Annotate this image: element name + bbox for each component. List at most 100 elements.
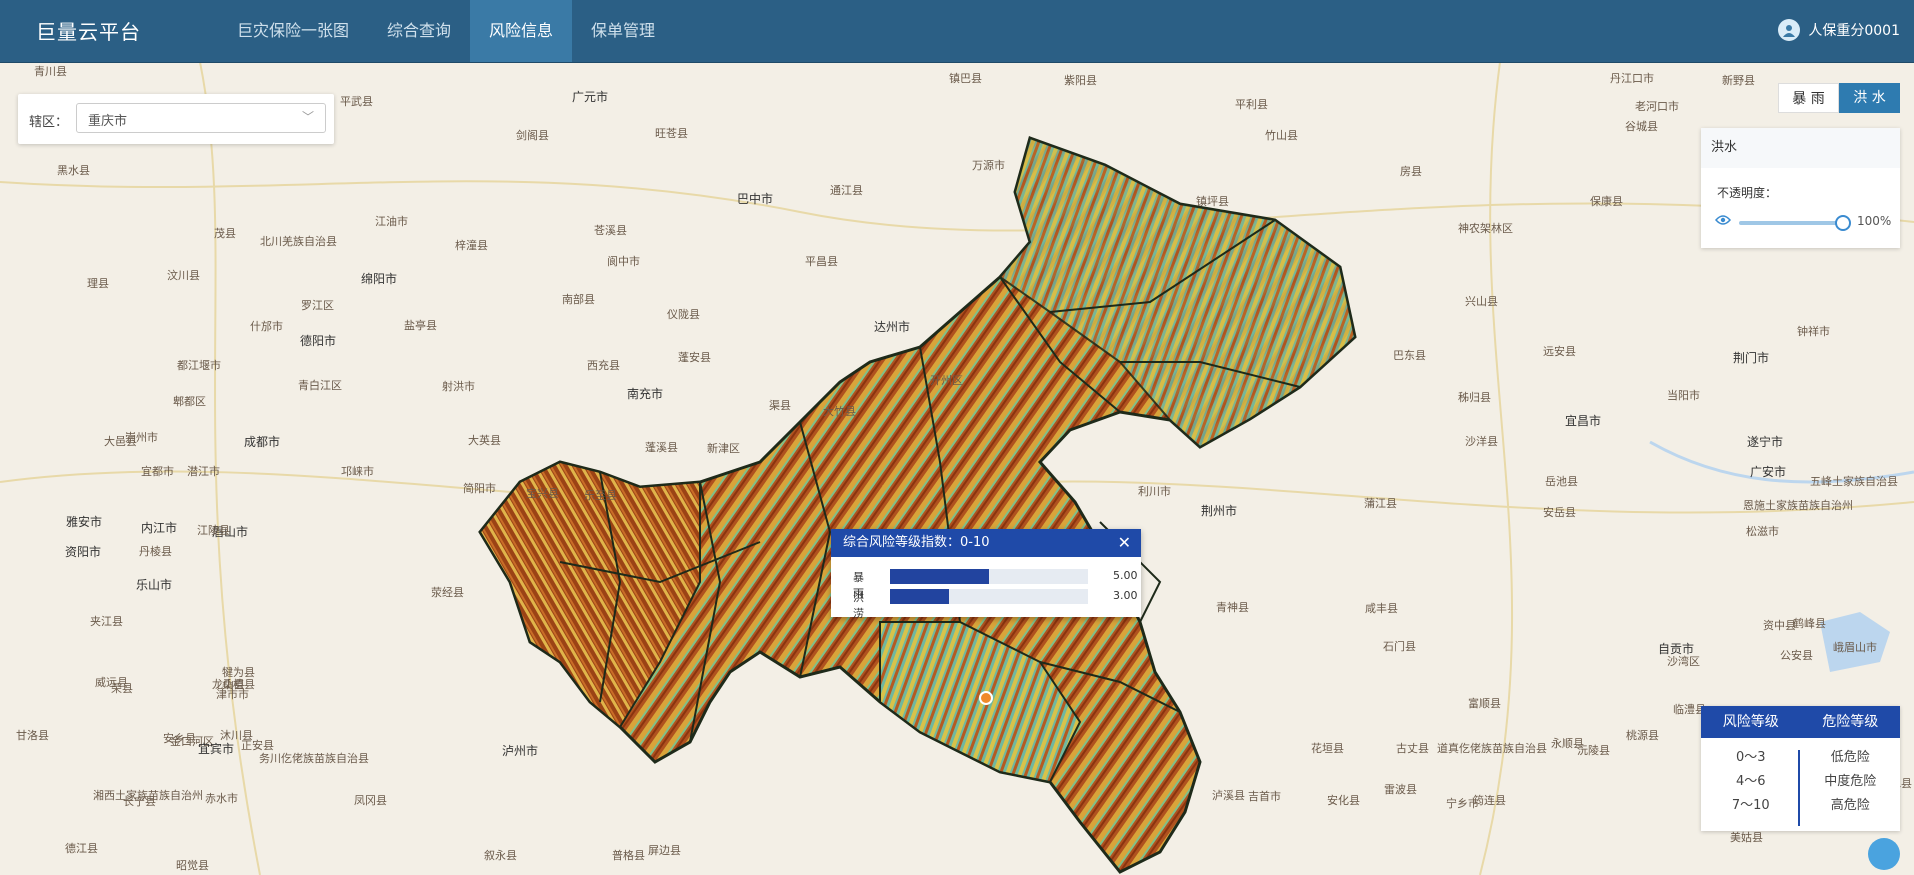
map-place-label: 蒲江县: [1364, 497, 1397, 510]
flood-layer-panel: 洪水 不透明度： 100%: [1701, 128, 1900, 248]
map-place-label: 雷波县: [1384, 783, 1417, 796]
user-menu[interactable]: 人保重分0001: [1778, 19, 1900, 41]
nav-query[interactable]: 综合查询: [368, 0, 470, 62]
map-place-label: 公安县: [1780, 649, 1813, 662]
legend-range: 7～10: [1731, 798, 1770, 813]
map-place-label: 花垣县: [1311, 742, 1344, 755]
map-place-label: 开州区: [930, 374, 963, 387]
globe-icon[interactable]: [1868, 838, 1900, 870]
map-place-label: 湘西土家族苗族自治州: [93, 789, 203, 802]
map-place-label: 神农架林区: [1458, 222, 1513, 235]
legend-row: 4～6 中度危险: [1701, 770, 1900, 794]
map-place-label: 平昌县: [805, 255, 838, 268]
map-place-label: 都江堰市: [177, 359, 221, 372]
map-place-label: 遂宁市: [1747, 435, 1784, 449]
map-place-label: 荥经县: [431, 586, 464, 599]
map-place-label: 美姑县: [1730, 831, 1763, 844]
legend-range: 0～3: [1735, 750, 1766, 765]
district-select[interactable]: 重庆市 ﹀: [76, 103, 326, 133]
nav-policy-management[interactable]: 保单管理: [572, 0, 674, 62]
map-place-label: 沙洋县: [1465, 435, 1498, 448]
map-place-label: 桃源县: [1626, 729, 1659, 742]
map-place-label: 荣县: [111, 682, 133, 695]
map-place-label: 阆中市: [607, 255, 640, 268]
map-place-label: 秭归县: [1458, 391, 1491, 404]
map-place-label: 普格县: [612, 849, 645, 862]
map-place-label: 安化县: [1327, 794, 1360, 807]
nav-risk-info[interactable]: 风险信息: [470, 0, 573, 62]
legend-row: 7～10 高危险: [1701, 794, 1900, 818]
district-value: 重庆市: [88, 114, 128, 129]
flood-layer-button[interactable]: 洪 水: [1839, 83, 1900, 113]
map-place-label: 老河口市: [1635, 100, 1679, 113]
main-nav: 巨灾保险一张图 综合查询 风险信息 保单管理: [218, 0, 674, 62]
map-place-label: 古丈县: [1396, 742, 1429, 755]
map-place-label: 津市市: [216, 688, 249, 701]
map-place-label: 黑水县: [57, 164, 90, 177]
map-place-label: 乐至县: [584, 489, 617, 502]
map-place-label: 峨眉山市: [1833, 641, 1877, 654]
opacity-slider-handle[interactable]: [1835, 215, 1851, 231]
map-place-label: 北川羌族自治县: [260, 235, 337, 248]
rainstorm-layer-button[interactable]: 暴 雨: [1778, 83, 1839, 113]
map-place-label: 务川仡佬族苗族自治县: [259, 752, 369, 765]
eye-icon[interactable]: [1715, 214, 1731, 226]
map-place-label: 大邑县: [104, 435, 137, 448]
map-place-label: 达州市: [874, 320, 911, 334]
map-place-label: 竹山县: [1265, 129, 1298, 142]
risk-bar: [890, 589, 950, 604]
map-place-label: 平武县: [340, 95, 373, 108]
map-place-label: 宜都市: [141, 465, 174, 478]
map-place-label: 乐山市: [136, 578, 173, 592]
map-place-label: 罗江区: [301, 299, 334, 312]
map-place-label: 安岳县: [1543, 506, 1576, 519]
legend-level: 低危险: [1830, 750, 1870, 765]
map-place-label: 汶川县: [167, 269, 200, 282]
map-place-label: 道真仡佬族苗族自治县: [1437, 742, 1547, 755]
map-place-label: 咸丰县: [1365, 602, 1398, 615]
map-place-label: 绵阳市: [361, 272, 398, 286]
nav-disaster-map[interactable]: 巨灾保险一张图: [218, 0, 368, 62]
close-icon[interactable]: ✕: [1118, 529, 1131, 557]
opacity-slider-track[interactable]: [1739, 221, 1841, 225]
map-place-label: 内江市: [141, 521, 178, 535]
map-place-label: 渠县: [769, 399, 791, 412]
map-place-label: 房县: [1400, 165, 1422, 178]
map-place-label: 资阳市: [65, 545, 102, 559]
map-place-label: 广元市: [572, 90, 609, 104]
map-place-label: 紫阳县: [1064, 74, 1097, 87]
map-place-label: 甘洛县: [16, 729, 49, 742]
map-place-label: 利川市: [1138, 485, 1171, 498]
map-place-label: 当阳市: [1667, 389, 1700, 402]
map-place-label: 资中县: [1763, 619, 1796, 632]
map-place-label: 泸州市: [502, 744, 539, 758]
risk-index-popup: 综合风险等级指数：0-10 ✕ 暴雨 5.00 洪涝 3.00: [831, 529, 1141, 620]
map-place-label: 万源市: [972, 159, 1005, 172]
map-place-label: 蓬溪县: [645, 441, 678, 454]
map-place-label: 成都市: [244, 435, 281, 449]
opacity-label: 不透明度：: [1717, 186, 1778, 200]
risk-item-name: 洪涝: [853, 591, 864, 620]
brand-title: 巨量云平台: [36, 20, 141, 44]
map-place-label: 青川县: [34, 65, 67, 78]
map-place-label: 江油市: [375, 215, 408, 228]
risk-item-value: 5.00: [1113, 569, 1138, 582]
top-navigation-bar: 巨量云平台 巨灾保险一张图 综合查询 风险信息 保单管理 人保重分0001: [0, 0, 1914, 63]
map-place-label: 大英县: [468, 434, 501, 447]
chevron-down-icon: ﹀: [301, 110, 314, 124]
map-place-label: 荆州市: [1201, 504, 1238, 518]
map-place-label: 丹江口市: [1610, 72, 1654, 85]
map-place-label: 潜江市: [187, 465, 220, 478]
map-place-label: 平利县: [1235, 98, 1268, 111]
map-place-label: 自贡市: [1658, 642, 1695, 656]
risk-item-value: 3.00: [1113, 589, 1138, 602]
district-label: 辖区：: [29, 115, 69, 130]
map-place-label: 松滋市: [1746, 525, 1779, 538]
risk-legend: 风险等级 危险等级 0～3 低危险 4～6 中度危险 7～10 高危险: [1701, 706, 1900, 831]
map-canvas[interactable]: 青川县 广元市 镇巴县 紫阳县 平利县 丹江口市 新野县 平武县 剑阁县 旺苍县 竹山县 老河口市 谷城…: [0, 62, 1914, 875]
map-place-label: 宝兴县: [526, 487, 559, 500]
map-place-label: 苍溪县: [594, 224, 627, 237]
map-place-label: 南部县: [562, 293, 595, 306]
map-place-label: 新津区: [707, 442, 740, 455]
map-place-label: 大竹县: [823, 405, 856, 418]
